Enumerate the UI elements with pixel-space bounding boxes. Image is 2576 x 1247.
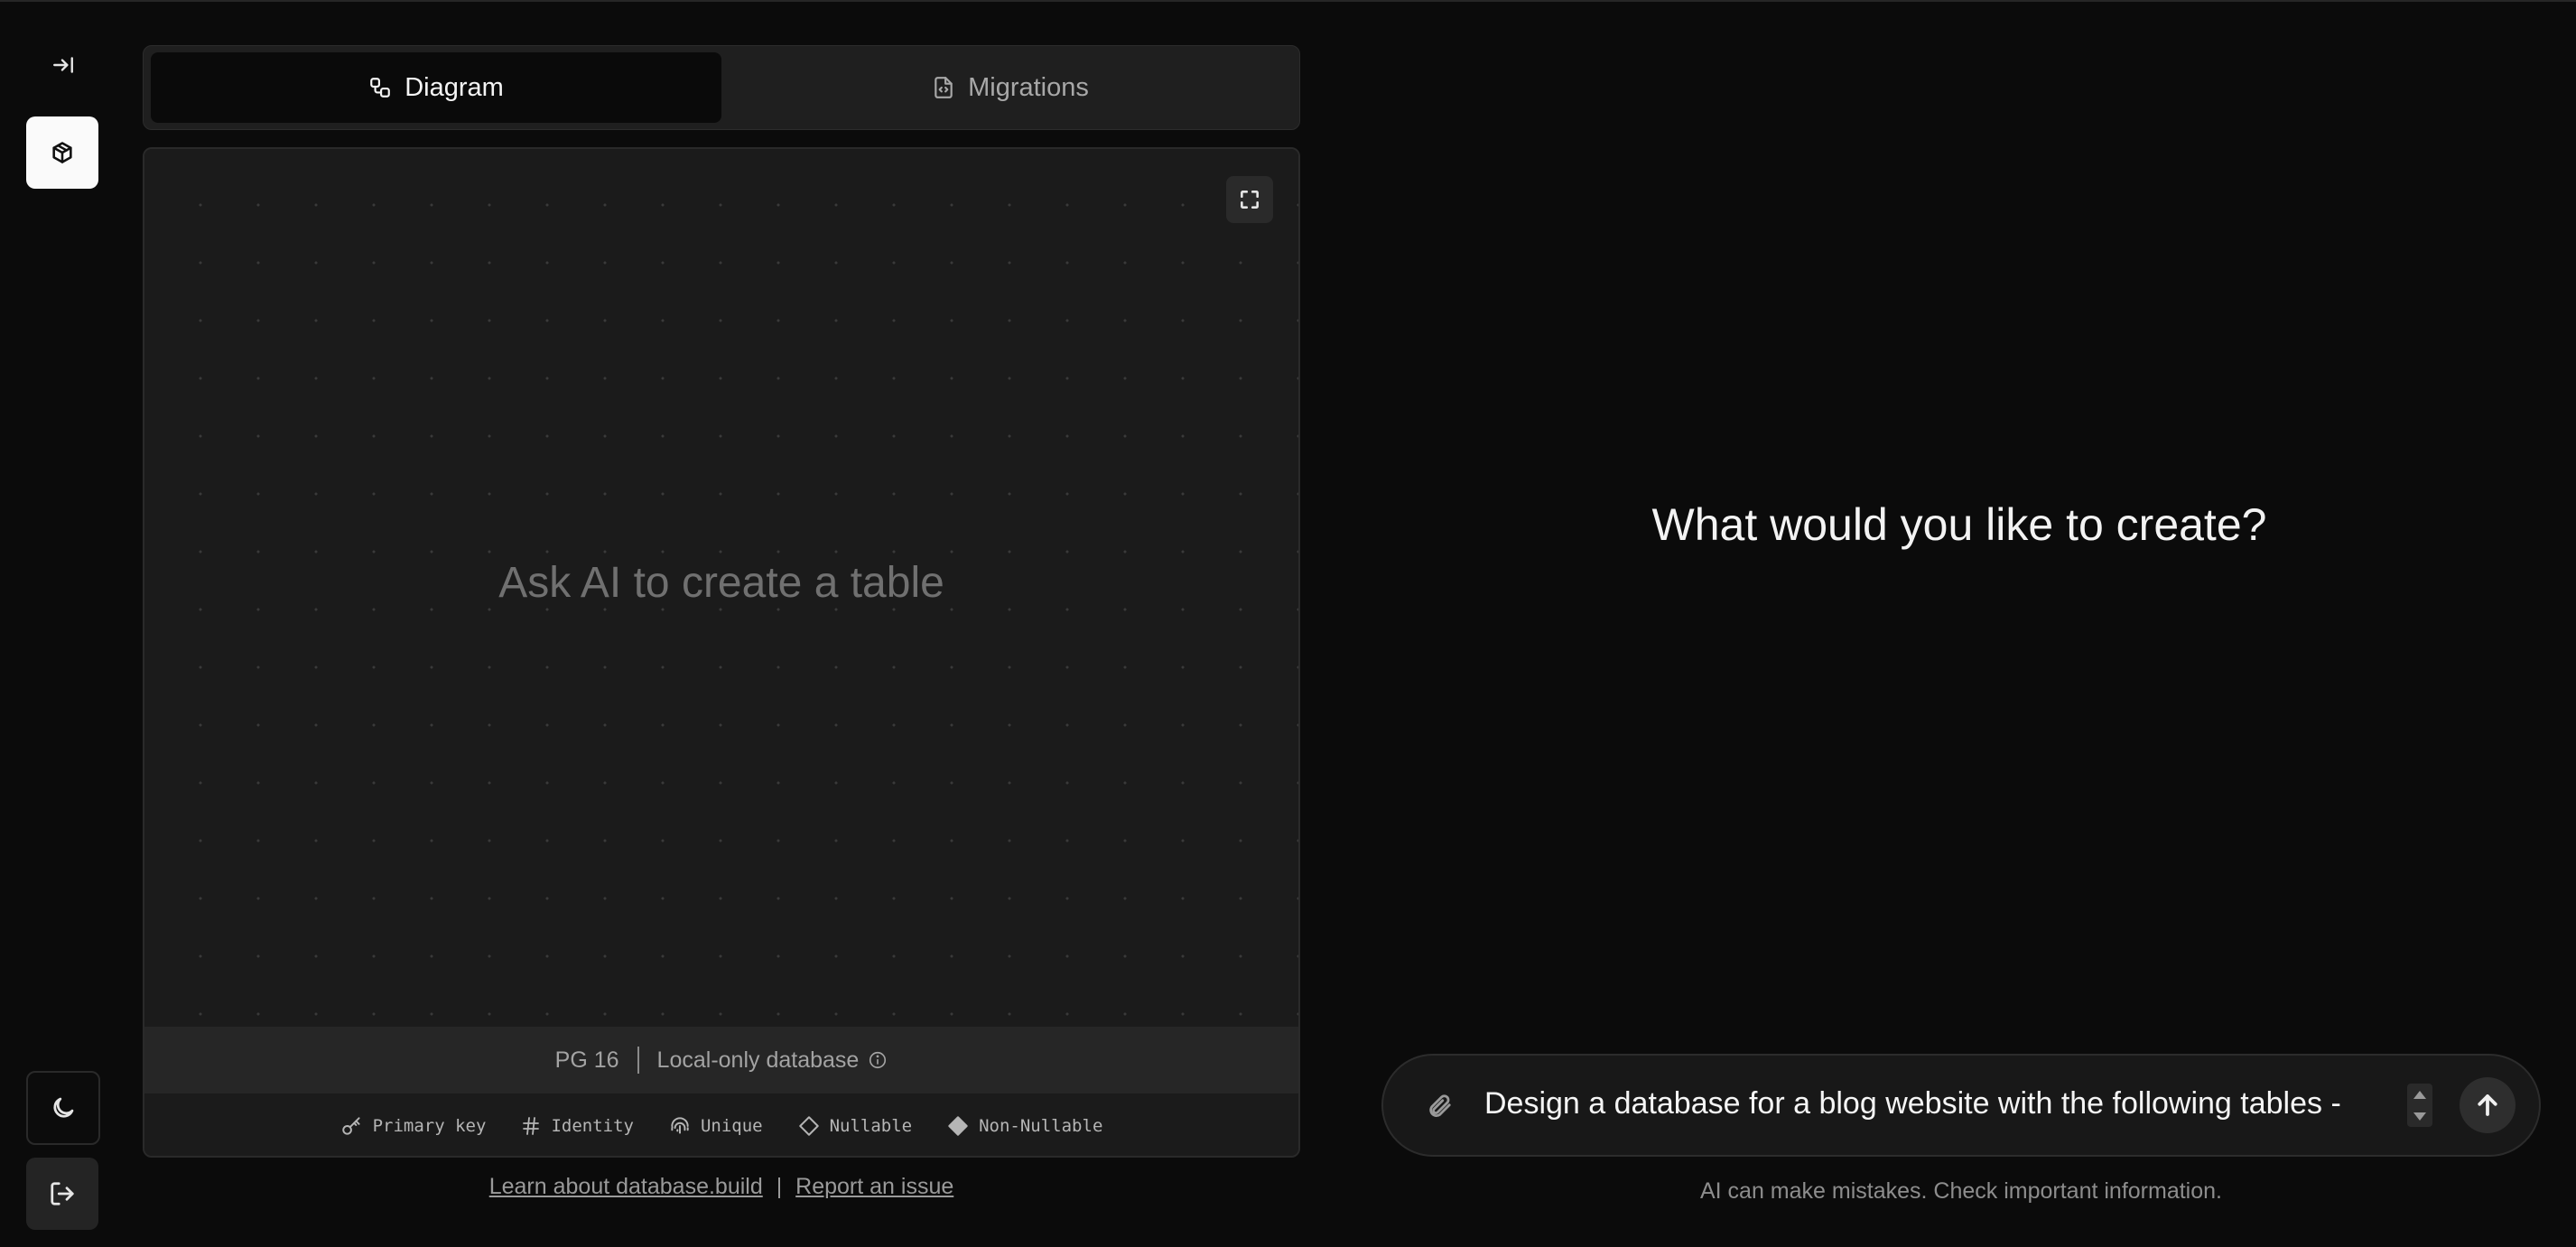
legend-unique: Unique bbox=[668, 1114, 763, 1138]
legend-primary-key: Primary key bbox=[340, 1114, 487, 1138]
legend-unique-label: Unique bbox=[700, 1115, 763, 1136]
attach-button[interactable] bbox=[1416, 1083, 1463, 1130]
hash-icon bbox=[523, 1116, 540, 1135]
theme-toggle-button[interactable] bbox=[26, 1071, 100, 1145]
legend-nullable: Nullable bbox=[797, 1114, 913, 1138]
report-issue-link[interactable]: Report an issue bbox=[795, 1174, 953, 1199]
top-border bbox=[0, 0, 2576, 2]
chat-heading: What would you like to create? bbox=[1651, 499, 2267, 550]
moon-icon bbox=[53, 1097, 74, 1118]
collapse-sidebar-button[interactable] bbox=[36, 47, 90, 83]
status-bar: PG 16 Local-only database bbox=[144, 1027, 1298, 1093]
database-info[interactable]: Local-only database bbox=[657, 1047, 888, 1074]
file-code-icon bbox=[935, 77, 953, 98]
arrow-right-to-line-icon bbox=[53, 57, 73, 73]
arrow-up-icon bbox=[2478, 1094, 2497, 1116]
learn-link[interactable]: Learn about database.build bbox=[489, 1174, 763, 1199]
log-out-icon bbox=[51, 1182, 74, 1205]
empty-diagram-message: Ask AI to create a table bbox=[498, 559, 944, 607]
paperclip-icon bbox=[1429, 1094, 1451, 1117]
footer-separator: | bbox=[776, 1174, 783, 1199]
key-icon bbox=[341, 1116, 360, 1135]
fullscreen-button[interactable] bbox=[1226, 176, 1273, 223]
view-tabs: Diagram Migrations bbox=[143, 45, 1300, 130]
legend-identity: Identity bbox=[520, 1115, 634, 1137]
scroll-down-icon[interactable] bbox=[2413, 1112, 2426, 1121]
package-icon bbox=[52, 142, 72, 163]
footer-links: Learn about database.build | Report an i… bbox=[143, 1174, 1300, 1200]
status-divider bbox=[637, 1047, 639, 1074]
diamond-outline-icon bbox=[798, 1115, 819, 1136]
legend-identity-label: Identity bbox=[551, 1115, 634, 1136]
scroll-up-icon[interactable] bbox=[2413, 1090, 2426, 1099]
workflow-icon bbox=[370, 78, 391, 98]
legend-nullable-label: Nullable bbox=[829, 1115, 913, 1136]
legend-non-nullable-label: Non-Nullable bbox=[979, 1115, 1103, 1136]
tab-migrations[interactable]: Migrations bbox=[729, 52, 1292, 123]
sign-out-button[interactable] bbox=[26, 1158, 98, 1230]
postgres-version: PG 16 bbox=[554, 1047, 619, 1073]
ai-disclaimer: AI can make mistakes. Check important in… bbox=[1699, 1178, 2222, 1204]
diamond-filled-icon bbox=[948, 1115, 968, 1136]
tab-diagram-label: Diagram bbox=[405, 72, 504, 102]
tab-diagram[interactable]: Diagram bbox=[151, 52, 721, 123]
tab-migrations-label: Migrations bbox=[968, 72, 1089, 102]
legend: Primary key Identity Unique Nullable Non… bbox=[144, 1093, 1298, 1156]
logo-button[interactable] bbox=[26, 116, 98, 189]
legend-non-nullable: Non-Nullable bbox=[946, 1114, 1102, 1138]
chat-input-box: Design a database for a blog website wit… bbox=[1381, 1054, 2541, 1157]
input-scroll-stepper[interactable] bbox=[2407, 1084, 2432, 1127]
diagram-panel: Ask AI to create a table PG 16 Local-onl… bbox=[143, 147, 1300, 1158]
database-mode: Local-only database bbox=[656, 1047, 860, 1073]
send-button[interactable] bbox=[2460, 1077, 2516, 1133]
chat-input[interactable]: Design a database for a blog website wit… bbox=[1484, 1086, 2387, 1121]
legend-primary-key-label: Primary key bbox=[372, 1115, 487, 1136]
fullscreen-icon bbox=[1241, 191, 1259, 209]
info-icon[interactable] bbox=[868, 1050, 888, 1070]
fingerprint-icon bbox=[671, 1116, 689, 1134]
diagram-canvas[interactable]: Ask AI to create a table bbox=[144, 149, 1298, 1027]
